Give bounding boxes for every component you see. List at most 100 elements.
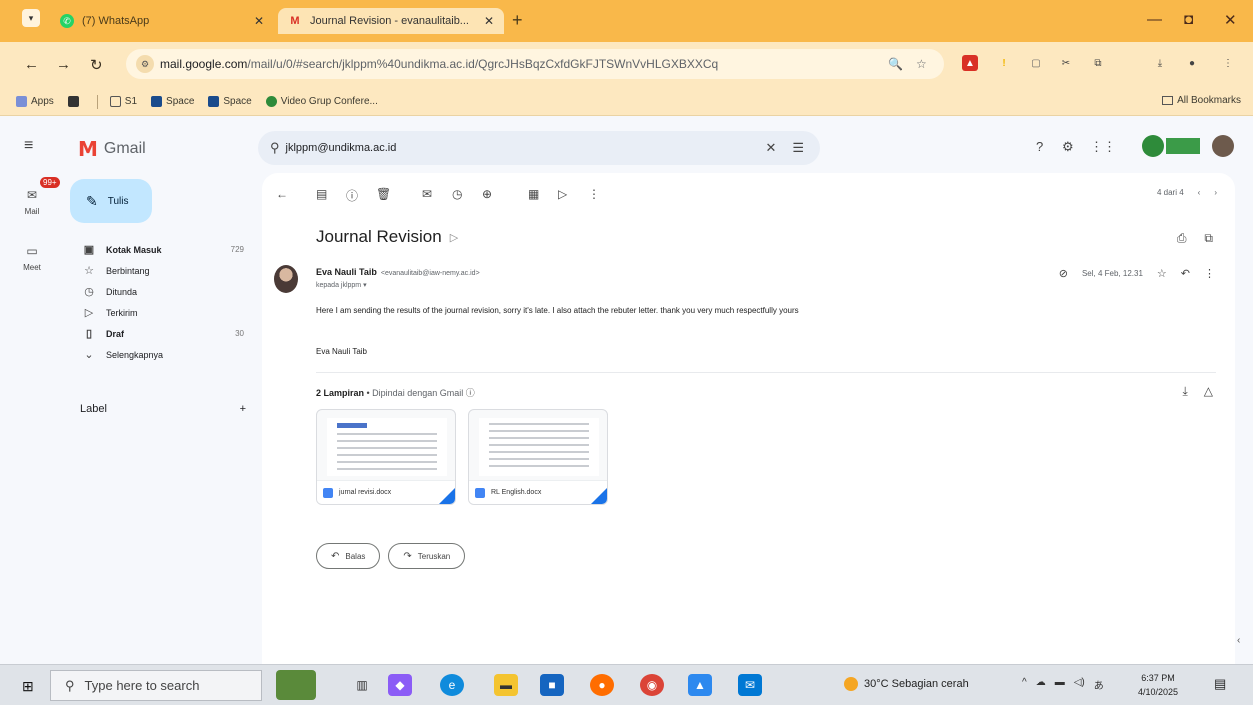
recipient-line[interactable]: kepada jklppm ▾ [316, 281, 367, 289]
network-icon[interactable]: ▬ [1055, 677, 1065, 692]
volume-icon[interactable]: ◁) [1074, 677, 1085, 692]
firefox-icon[interactable]: ● [590, 674, 614, 696]
bookmark-apps[interactable]: Apps [16, 96, 54, 107]
sender-name[interactable]: Eva Nauli Taib [316, 267, 377, 277]
help-icon[interactable]: ? [1036, 139, 1043, 154]
search-options-icon[interactable]: ☰ [792, 140, 804, 156]
rail-meet[interactable]: ▭ Meet [16, 241, 48, 272]
more-icon[interactable]: ⋮ [1204, 267, 1215, 280]
search-icon[interactable]: ⚲ [270, 140, 280, 156]
organization-logo[interactable] [1142, 134, 1202, 158]
reply-button[interactable]: ↶ Balas [316, 543, 381, 569]
forward-icon[interactable]: → [56, 56, 71, 73]
zoom-icon[interactable]: 🔍 [888, 57, 903, 71]
chrome-icon[interactable]: ◉ [640, 674, 664, 696]
extension-icon[interactable]: ▢ [1028, 55, 1044, 71]
download-icon[interactable]: ⤓ [1152, 55, 1168, 71]
minimize-icon[interactable]: — [1147, 11, 1162, 28]
edge-icon[interactable]: e [440, 674, 464, 696]
notification-icon[interactable]: ▤ [1214, 676, 1232, 694]
search-input[interactable]: jklppm@undikma.ac.id [286, 142, 766, 154]
more-actions-icon[interactable]: ⋮ [588, 187, 600, 201]
apps-grid-icon[interactable]: ⋮⋮ [1090, 139, 1116, 155]
open-new-window-icon[interactable]: ⧉ [1204, 231, 1213, 246]
extension-icon[interactable]: ✂ [1058, 55, 1074, 71]
sidebar-item-drafts[interactable]: ▯ Draf 30 [64, 323, 256, 344]
back-icon[interactable]: ← [24, 56, 39, 73]
site-info-icon[interactable]: ⚙ [136, 55, 154, 73]
restore-icon[interactable]: ◘ [1184, 11, 1193, 28]
sidebar-item-snoozed[interactable]: ◷ Ditunda [64, 281, 256, 302]
onedrive-icon[interactable]: ☁ [1036, 677, 1046, 692]
bookmark-video-group[interactable]: Video Grup Confere... [265, 96, 378, 107]
label-icon[interactable]: ▷ [558, 187, 567, 201]
profile-icon[interactable]: ● [1184, 55, 1200, 71]
taskbar-widget-image[interactable] [276, 670, 316, 700]
language-icon[interactable]: あ [1094, 677, 1104, 692]
report-spam-icon[interactable]: ⓘ [346, 187, 358, 204]
attachment-card[interactable]: RL English.docx [468, 409, 608, 505]
store-icon[interactable]: ■ [540, 674, 564, 696]
close-tab-icon[interactable]: ✕ [484, 14, 494, 28]
copilot-icon[interactable]: ◆ [388, 674, 412, 696]
snooze-icon[interactable]: ◷ [452, 187, 462, 201]
tab-gmail[interactable]: M Journal Revision - evanaulitaib... ✕ [278, 8, 504, 34]
all-bookmarks-button[interactable]: All Bookmarks [1162, 95, 1241, 106]
file-explorer-icon[interactable]: ▬ [494, 674, 518, 696]
sidebar-item-more[interactable]: ⌄ Selengkapnya [64, 344, 256, 365]
sender-avatar[interactable] [274, 265, 298, 293]
tab-whatsapp[interactable]: ✆ (7) WhatsApp ✕ [50, 8, 274, 34]
outlook-icon[interactable]: ✉ [738, 674, 762, 696]
extensions-puzzle-icon[interactable]: ⧉ [1090, 55, 1106, 71]
star-icon[interactable]: ☆ [1157, 267, 1167, 280]
bookmark-folder-s1[interactable]: S1 [109, 96, 137, 107]
mark-unread-icon[interactable]: ✉ [422, 187, 432, 201]
main-menu-icon[interactable]: ≡ [24, 137, 33, 155]
clear-search-icon[interactable]: ✕ [765, 140, 776, 156]
add-to-tasks-icon[interactable]: ⊕ [482, 187, 492, 201]
account-avatar[interactable] [1212, 135, 1234, 157]
back-to-list-icon[interactable]: ← [276, 187, 288, 201]
windows-start-icon[interactable]: ⊞ [22, 678, 34, 695]
extension-icon[interactable]: ▲ [962, 55, 978, 71]
info-icon[interactable]: ⓘ [466, 388, 475, 398]
download-all-icon[interactable]: ⤓ [1182, 384, 1187, 399]
settings-icon[interactable]: ⚙ [1062, 139, 1074, 155]
reply-icon[interactable]: ↶ [1181, 267, 1190, 280]
task-view-icon[interactable]: ▥ [350, 674, 374, 696]
bookmark-space-1[interactable]: Space [151, 96, 194, 107]
rail-mail[interactable]: ✉ 99+ Mail [16, 177, 60, 216]
tab-search-button[interactable]: ▾ [22, 9, 40, 27]
weather-widget[interactable]: 30°C Sebagian cerah [844, 677, 969, 691]
mail-search[interactable]: ⚲ jklppm@undikma.ac.id ✕ ☰ [258, 131, 820, 165]
archive-icon[interactable]: ▤ [316, 187, 327, 201]
photos-icon[interactable]: ▲ [688, 674, 712, 696]
sidebar-item-inbox[interactable]: ▣ Kotak Masuk 729 [64, 239, 256, 260]
print-icon[interactable]: ⎙ [1177, 231, 1187, 246]
extension-icon[interactable]: ! [996, 55, 1012, 71]
close-tab-icon[interactable]: ✕ [254, 14, 264, 28]
close-window-icon[interactable]: ✕ [1224, 11, 1237, 29]
tray-chevron-icon[interactable]: ^ [1022, 677, 1027, 692]
move-to-icon[interactable]: ▦ [528, 187, 539, 201]
taskbar-search[interactable]: ⚲ Type here to search [50, 670, 262, 701]
attachment-card[interactable]: jurnal revisi.docx [316, 409, 456, 505]
compose-button[interactable]: ✎ Tulis [70, 179, 152, 223]
new-tab-button[interactable]: + [512, 10, 523, 31]
taskbar-clock[interactable]: 6:37 PM 4/10/2025 [1138, 671, 1178, 699]
bookmark-space-2[interactable]: Space [208, 96, 252, 107]
bookmark-star-icon[interactable]: ☆ [916, 57, 927, 71]
bookmark-grid[interactable] [67, 96, 83, 107]
sidebar-item-sent[interactable]: ▷ Terkirim [64, 302, 256, 323]
gmail-logo[interactable]: M Gmail [78, 137, 146, 161]
importance-marker-icon[interactable]: ▷ [450, 231, 458, 244]
next-page-icon[interactable]: › [1214, 188, 1217, 197]
menu-kebab-icon[interactable]: ⋮ [1220, 55, 1236, 71]
forward-button[interactable]: ↷ Teruskan [388, 543, 466, 569]
sidebar-item-starred[interactable]: ☆ Berbintang [64, 260, 256, 281]
reload-icon[interactable]: ↻ [90, 56, 103, 74]
save-to-drive-icon[interactable]: △ [1204, 384, 1213, 399]
side-panel-toggle-icon[interactable]: ‹ [1237, 635, 1249, 655]
delete-icon[interactable]: 🗑 [376, 187, 391, 201]
prev-page-icon[interactable]: ‹ [1198, 188, 1201, 197]
